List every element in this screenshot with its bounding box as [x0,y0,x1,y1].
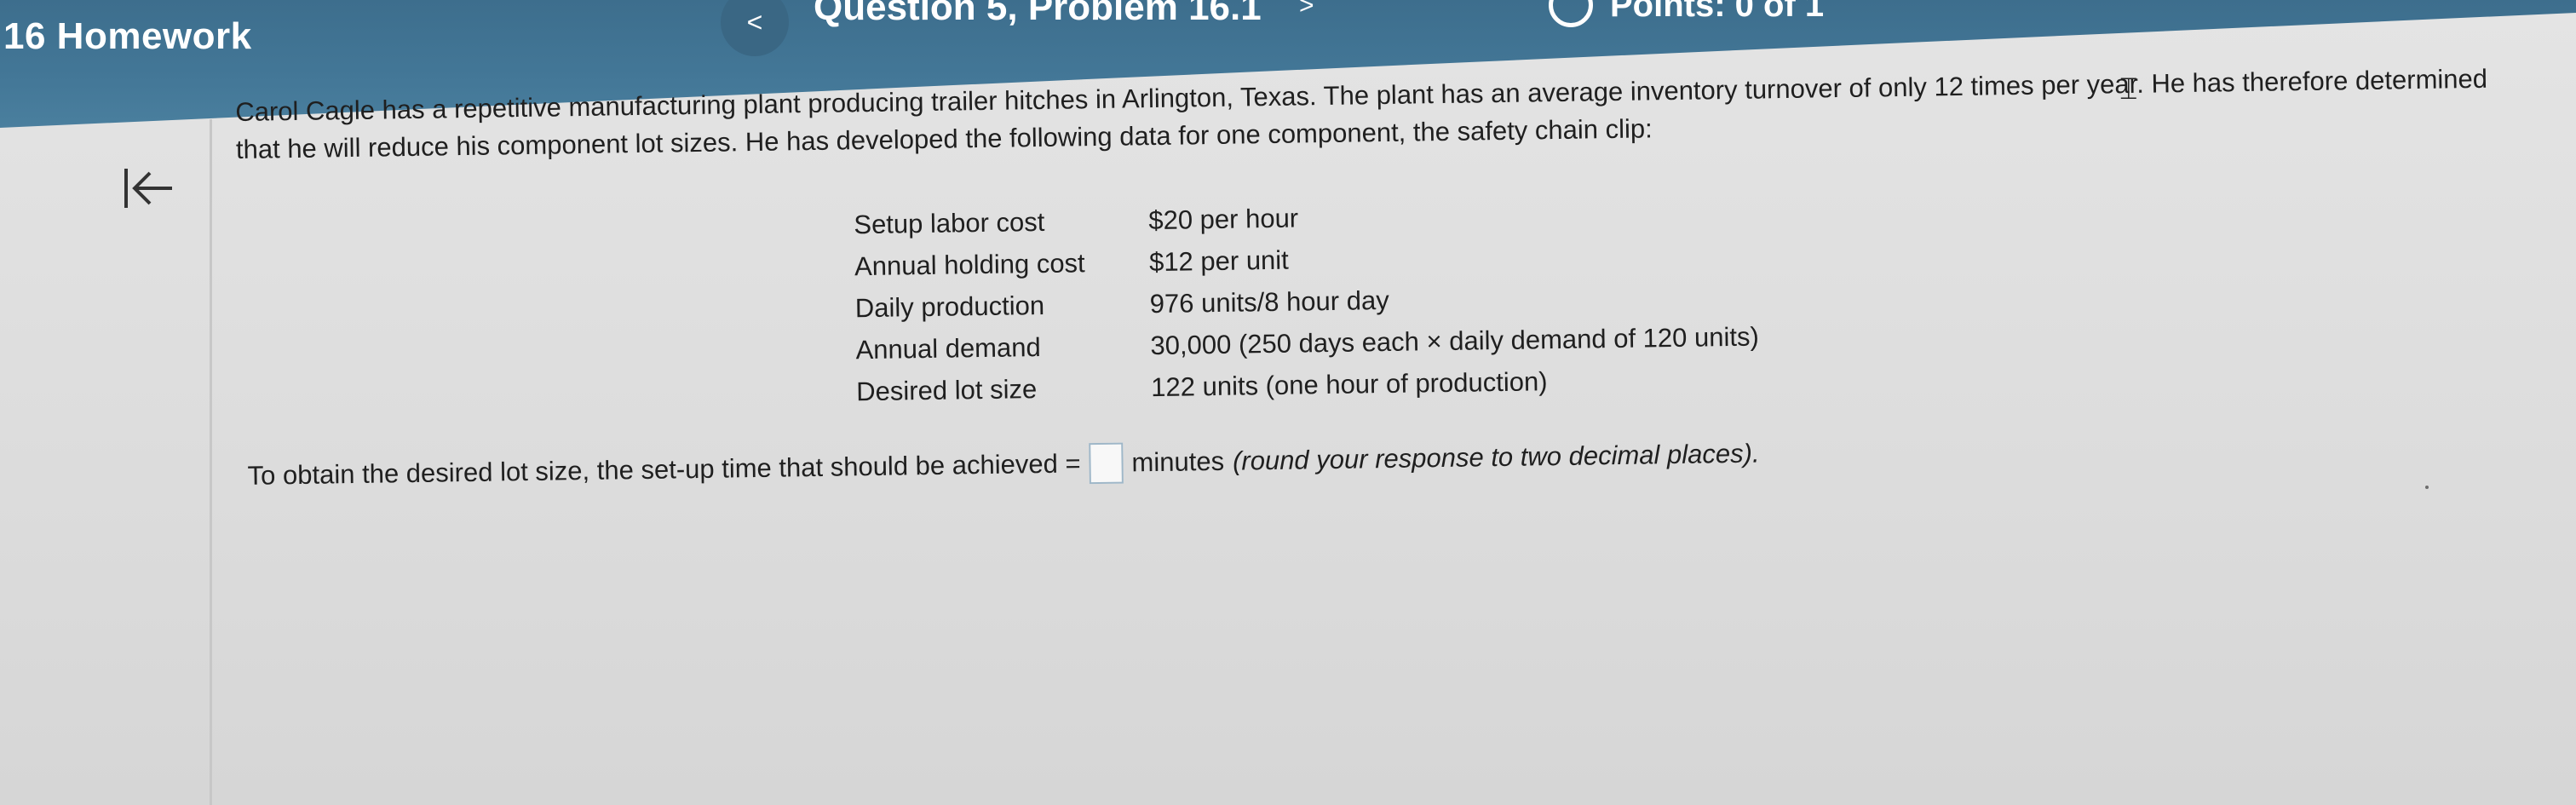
row-label: Desired lot size [856,373,1038,406]
row-label: Setup labor cost [854,206,1045,239]
dust-dot [2425,486,2429,489]
row-label: Daily production [854,290,1045,323]
chevron-right-icon: > [1299,0,1314,20]
points-text: Points: 0 of 1 [1610,0,1825,24]
answer-unit: minutes [1131,446,1225,478]
page: 16 Homework < Question 5, Problem 16.1 >… [0,0,2576,805]
answer-input[interactable] [1089,442,1124,485]
homework-title: 16 Homework [3,15,252,57]
next-question-button[interactable]: > [1299,0,1314,20]
chevron-left-icon: < [746,6,763,37]
sidebar-divider [210,119,212,805]
collapse-sidebar-svg [124,169,172,208]
problem-data-table: Setup labor cost $20 per hour Annual hol… [854,191,1760,413]
row-label: Annual holding cost [854,247,1085,281]
row-label: Annual demand [855,331,1041,365]
answer-line: To obtain the desired lot size, the set-… [247,434,1760,497]
question-title: Question 5, Problem 16.1 [814,0,1262,28]
answer-prompt: To obtain the desired lot size, the set-… [247,448,1081,491]
row-value: 122 units (one hour of production) [1150,365,1548,402]
text-cursor-icon: ⌶ [2119,72,2138,106]
collapse-sidebar-icon[interactable] [121,164,177,213]
answer-note: (round your response to two decimal plac… [1232,438,1760,476]
